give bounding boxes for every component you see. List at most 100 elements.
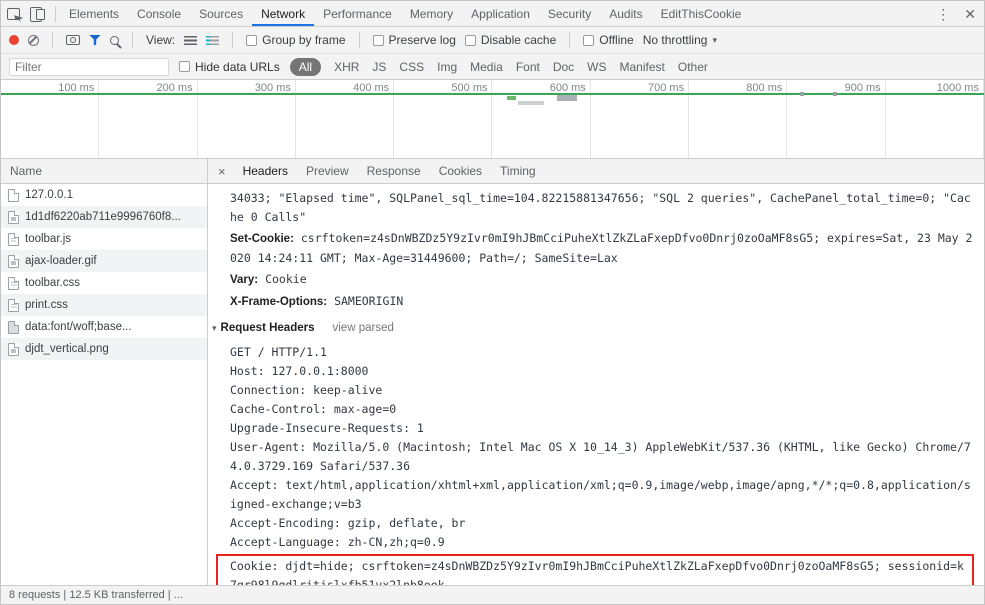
- type-filter-font[interactable]: Font: [516, 60, 540, 74]
- response-header-overflow-text: 34033; "Elapsed time", SQLPanel_sql_time…: [230, 191, 971, 224]
- network-overview-timeline[interactable]: 100 ms 200 ms 300 ms 400 ms 500 ms 600 m…: [1, 80, 984, 159]
- stylesheet-icon: [8, 298, 19, 312]
- chevron-down-icon: ▾: [712, 34, 717, 45]
- type-filter-manifest[interactable]: Manifest: [620, 60, 665, 74]
- tab-performance[interactable]: Performance: [314, 1, 401, 26]
- image-icon: [8, 210, 19, 224]
- request-headers-section[interactable]: ▾ Request Headers view parsed: [212, 319, 974, 338]
- details-tab-headers[interactable]: Headers: [234, 159, 297, 183]
- checkbox-icon[interactable]: [246, 34, 258, 46]
- offline-checkbox[interactable]: Offline: [583, 33, 634, 47]
- timeline-tick: 200 ms: [99, 80, 198, 158]
- inspect-element-icon[interactable]: [7, 7, 20, 20]
- section-title: Request Headers: [220, 322, 315, 334]
- details-tab-preview[interactable]: Preview: [297, 159, 358, 183]
- name-column-header[interactable]: Name: [1, 159, 207, 184]
- overflow-menu-icon[interactable]: ⋮: [936, 7, 950, 21]
- details-tab-cookies[interactable]: Cookies: [430, 159, 491, 183]
- close-details-icon[interactable]: ×: [210, 159, 234, 183]
- request-header-line: GET / HTTP/1.1: [230, 345, 327, 359]
- view-small-rows-icon[interactable]: [184, 35, 198, 45]
- group-by-frame-checkbox[interactable]: Group by frame: [246, 33, 346, 47]
- clear-network-log-icon[interactable]: [28, 34, 39, 46]
- checkbox-icon[interactable]: [464, 34, 476, 46]
- view-label: View:: [146, 33, 176, 47]
- type-filter-img[interactable]: Img: [437, 60, 457, 74]
- throttling-dropdown[interactable]: No throttling ▾: [643, 33, 717, 47]
- request-name: 1d1df6220ab711e9996760f8...: [25, 211, 181, 223]
- type-filter-xhr[interactable]: XHR: [334, 60, 359, 74]
- type-filter-other[interactable]: Other: [678, 60, 708, 74]
- divider: [52, 32, 53, 48]
- preserve-log-label: Preserve log: [388, 33, 456, 47]
- record-network-log-button[interactable]: [9, 35, 19, 45]
- header-value: Cookie: [265, 272, 307, 286]
- tab-editthiscookie[interactable]: EditThisCookie: [652, 1, 751, 26]
- tab-network[interactable]: Network: [252, 1, 314, 26]
- table-row[interactable]: print.css: [1, 294, 207, 316]
- waterfall-preview-mark: [833, 92, 837, 96]
- disclosure-triangle-icon[interactable]: ▾: [212, 319, 217, 338]
- view-parsed-link[interactable]: view parsed: [333, 319, 394, 338]
- hide-data-urls-checkbox[interactable]: Hide data URLs: [179, 60, 280, 74]
- divider: [132, 32, 133, 48]
- checkbox-icon[interactable]: [179, 61, 190, 72]
- request-header-line: Connection: keep-alive: [230, 383, 383, 397]
- tab-security[interactable]: Security: [539, 1, 600, 26]
- tab-sources[interactable]: Sources: [190, 1, 252, 26]
- divider: [569, 32, 571, 48]
- tab-application[interactable]: Application: [462, 1, 539, 26]
- details-tab-timing[interactable]: Timing: [491, 159, 545, 183]
- waterfall-preview-mark: [518, 101, 544, 105]
- tab-memory[interactable]: Memory: [401, 1, 462, 26]
- table-row[interactable]: 127.0.0.1: [1, 184, 207, 206]
- script-icon: [8, 232, 19, 246]
- capture-screenshots-icon[interactable]: [66, 35, 80, 45]
- type-filter-all[interactable]: All: [289, 57, 322, 76]
- tab-elements[interactable]: Elements: [60, 1, 128, 26]
- offline-label: Offline: [599, 33, 634, 47]
- checkbox-icon[interactable]: [372, 34, 384, 46]
- divider: [55, 5, 56, 22]
- table-row[interactable]: 1d1df6220ab711e9996760f8...: [1, 206, 207, 228]
- request-details-panel: × Headers Preview Response Cookies Timin…: [208, 159, 984, 585]
- details-tab-response[interactable]: Response: [358, 159, 430, 183]
- table-row[interactable]: ajax-loader.gif: [1, 250, 207, 272]
- checkbox-icon[interactable]: [583, 34, 595, 46]
- table-row[interactable]: toolbar.js: [1, 228, 207, 250]
- font-icon: [8, 320, 19, 334]
- header-name: Vary:: [230, 274, 259, 286]
- tab-audits[interactable]: Audits: [600, 1, 651, 26]
- type-filter-doc[interactable]: Doc: [553, 60, 574, 74]
- tab-console[interactable]: Console: [128, 1, 190, 26]
- timeline-tick: 700 ms: [591, 80, 690, 158]
- cookie-header-line: Cookie: djdt=hide; csrftoken=z4sDnWBZDz5…: [230, 559, 964, 585]
- header-name: Set-Cookie:: [230, 233, 294, 245]
- close-devtools-icon[interactable]: ✕: [964, 7, 976, 21]
- disable-cache-checkbox[interactable]: Disable cache: [464, 33, 556, 47]
- request-name: toolbar.js: [25, 233, 72, 245]
- header-value: SAMEORIGIN: [334, 294, 404, 308]
- request-header-line: Upgrade-Insecure-Requests: 1: [230, 421, 424, 435]
- device-toolbar-icon[interactable]: [30, 7, 45, 22]
- timeline-tick: 300 ms: [198, 80, 296, 158]
- preserve-log-checkbox[interactable]: Preserve log: [372, 33, 456, 47]
- table-row[interactable]: data:font/woff;base...: [1, 316, 207, 338]
- request-header-line: Host: 127.0.0.1:8000: [230, 364, 369, 378]
- filter-funnel-icon[interactable]: [89, 34, 101, 46]
- type-filter-css[interactable]: CSS: [399, 60, 424, 74]
- type-filter-media[interactable]: Media: [470, 60, 503, 74]
- search-icon[interactable]: [110, 35, 119, 45]
- request-name: djdt_vertical.png: [25, 343, 109, 355]
- type-filter-js[interactable]: JS: [372, 60, 386, 74]
- request-header-line: Accept: text/html,application/xhtml+xml,…: [230, 478, 971, 511]
- table-row[interactable]: toolbar.css: [1, 272, 207, 294]
- filter-input[interactable]: [9, 57, 169, 76]
- response-header-row: X-Frame-Options: SAMEORIGIN: [230, 292, 974, 312]
- view-waterfall-icon[interactable]: [206, 35, 220, 45]
- cookie-highlight-box: Cookie: djdt=hide; csrftoken=z4sDnWBZDz5…: [216, 554, 974, 585]
- table-row[interactable]: djdt_vertical.png: [1, 338, 207, 360]
- network-summary-bar: 8 requests | 12.5 KB transferred | ...: [1, 585, 984, 604]
- type-filter-ws[interactable]: WS: [587, 60, 606, 74]
- details-tab-bar: × Headers Preview Response Cookies Timin…: [208, 159, 984, 184]
